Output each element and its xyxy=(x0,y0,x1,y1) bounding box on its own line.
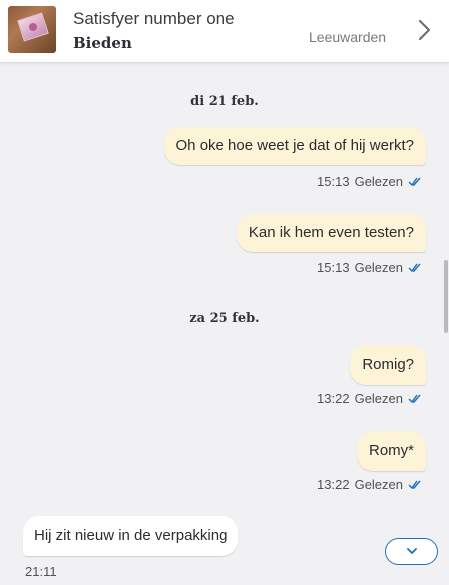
read-ticks-icon xyxy=(408,177,421,186)
message-time: 13:22 xyxy=(317,391,350,406)
message-meta: 13:22 Gelezen xyxy=(317,391,422,406)
message-meta: 15:13 Gelezen xyxy=(317,260,422,275)
listing-title[interactable]: Satisfyer number one xyxy=(73,9,235,29)
read-ticks-icon xyxy=(408,263,421,272)
message-time: 13:22 xyxy=(317,477,350,492)
message-bubble-outgoing[interactable]: Kan ik hem even testen? xyxy=(236,214,426,252)
message-text: Kan ik hem even testen? xyxy=(248,224,414,241)
message-text: Romig? xyxy=(362,356,414,373)
message-time: 15:13 xyxy=(317,260,350,275)
message-bubble-outgoing[interactable]: Oh oke hoe weet je dat of hij werkt? xyxy=(163,127,426,165)
message-status: Gelezen xyxy=(354,391,403,406)
message-bubble-outgoing[interactable]: Romig? xyxy=(350,345,426,385)
message-status: Gelezen xyxy=(354,260,403,275)
scrollbar-thumb[interactable] xyxy=(444,260,448,333)
read-ticks-icon xyxy=(408,480,421,489)
date-separator: za 25 feb. xyxy=(189,311,260,326)
read-ticks-icon xyxy=(408,394,421,403)
chat-header: Satisfyer number one Bieden Leeuwarden xyxy=(0,0,449,63)
message-bubble-outgoing[interactable]: Romy* xyxy=(356,431,426,471)
scroll-to-bottom-button[interactable] xyxy=(385,538,438,565)
chevron-down-icon xyxy=(407,548,417,554)
chevron-right-icon[interactable] xyxy=(413,17,435,43)
message-meta: 15:13 Gelezen xyxy=(317,174,422,189)
message-time: 15:13 xyxy=(317,174,350,189)
message-time: 21:11 xyxy=(25,564,57,579)
message-bubble-incoming[interactable]: Hij zit nieuw in de verpakking xyxy=(23,516,239,556)
date-separator: di 21 feb. xyxy=(190,94,259,109)
listing-action[interactable]: Bieden xyxy=(73,34,132,52)
message-status: Gelezen xyxy=(354,174,403,189)
message-meta: 13:22 Gelezen xyxy=(317,477,422,492)
listing-location: Leeuwarden xyxy=(309,29,387,45)
message-text: Romy* xyxy=(368,442,414,459)
message-status: Gelezen xyxy=(354,477,403,492)
message-text: Oh oke hoe weet je dat of hij werkt? xyxy=(175,137,414,154)
product-thumbnail[interactable] xyxy=(8,6,56,53)
message-text: Hij zit nieuw in de verpakking xyxy=(34,527,228,544)
